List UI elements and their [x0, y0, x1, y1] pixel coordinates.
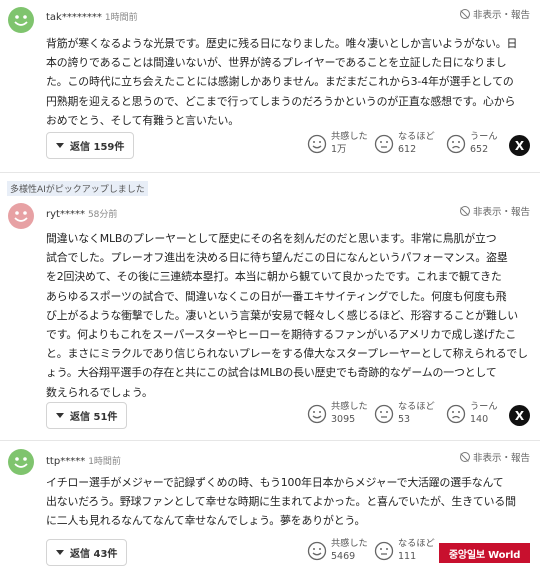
empathy-button[interactable]: 共感した 1万	[307, 131, 368, 156]
caret-down-icon	[56, 550, 64, 555]
divider	[0, 440, 540, 441]
reply-toggle-button[interactable]: 返信 43件	[46, 539, 128, 566]
frown-icon	[446, 404, 466, 424]
broadcaster-watermark: 중앙일보 World	[439, 543, 530, 563]
smile-icon	[307, 404, 327, 424]
ai-pickup-badge: 多様性AIがピックアップしました	[7, 181, 148, 196]
caret-down-icon	[56, 143, 64, 148]
username[interactable]: tak******** 1時間前	[46, 10, 138, 23]
empathy-button[interactable]: 共感した 5469	[307, 538, 368, 563]
reply-toggle-button[interactable]: 返信 159件	[46, 132, 135, 159]
frown-icon	[446, 134, 466, 154]
naruhodo-button[interactable]: なるほど 53	[374, 401, 435, 426]
avatar[interactable]	[8, 203, 34, 229]
comment-body: 間違いなくMLBのプレーヤーとして歴史にその名を刻んだのだと思います。非常に鳥肌…	[46, 232, 528, 399]
timestamp: 1時間前	[88, 457, 121, 467]
x-share-icon[interactable]: X	[509, 405, 530, 426]
username[interactable]: ttp***** 1時間前	[46, 454, 121, 467]
hide-report-link[interactable]: 非表示・報告	[459, 450, 530, 464]
divider	[0, 172, 540, 173]
ban-icon	[459, 9, 470, 19]
reply-toggle-button[interactable]: 返信 51件	[46, 402, 128, 429]
thinking-face-icon	[374, 541, 394, 561]
uun-count: 140	[470, 414, 489, 425]
empathy-count: 5469	[331, 551, 356, 562]
naruhodo-button[interactable]: なるほど 111	[374, 538, 435, 563]
comment-body: イチロー選手がメジャーで記録ずくめの時、もう100年日本からメジャーで大活躍の選…	[46, 476, 516, 528]
uun-button[interactable]: うーん 140	[446, 401, 498, 426]
ban-icon	[459, 206, 470, 216]
thinking-face-icon	[374, 134, 394, 154]
ban-icon	[459, 452, 470, 462]
empathy-button[interactable]: 共感した 3095	[307, 401, 368, 426]
empathy-count: 3095	[331, 414, 356, 425]
thinking-face-icon	[374, 404, 394, 424]
hide-report-link[interactable]: 非表示・報告	[459, 204, 530, 218]
naruhodo-button[interactable]: なるほど 612	[374, 131, 435, 156]
comment-body: 背筋が寒くなるような光景です。歴史に残る日になりました。唯々凄いとしか言いようが…	[46, 37, 518, 127]
hide-report-link[interactable]: 非表示・報告	[459, 7, 530, 21]
username[interactable]: ryt***** 58分前	[46, 207, 117, 220]
naruhodo-count: 53	[398, 414, 411, 425]
naruhodo-count: 111	[398, 551, 417, 562]
smile-icon	[307, 134, 327, 154]
smile-icon	[307, 541, 327, 561]
timestamp: 1時間前	[104, 13, 138, 23]
timestamp: 58分前	[87, 210, 118, 220]
uun-button[interactable]: うーん 652	[446, 131, 498, 156]
x-share-icon[interactable]: X	[509, 135, 530, 156]
avatar[interactable]	[8, 7, 34, 33]
uun-count: 652	[470, 144, 489, 155]
avatar[interactable]	[8, 449, 34, 475]
caret-down-icon	[56, 413, 64, 418]
empathy-count: 1万	[331, 144, 347, 155]
naruhodo-count: 612	[398, 144, 417, 155]
